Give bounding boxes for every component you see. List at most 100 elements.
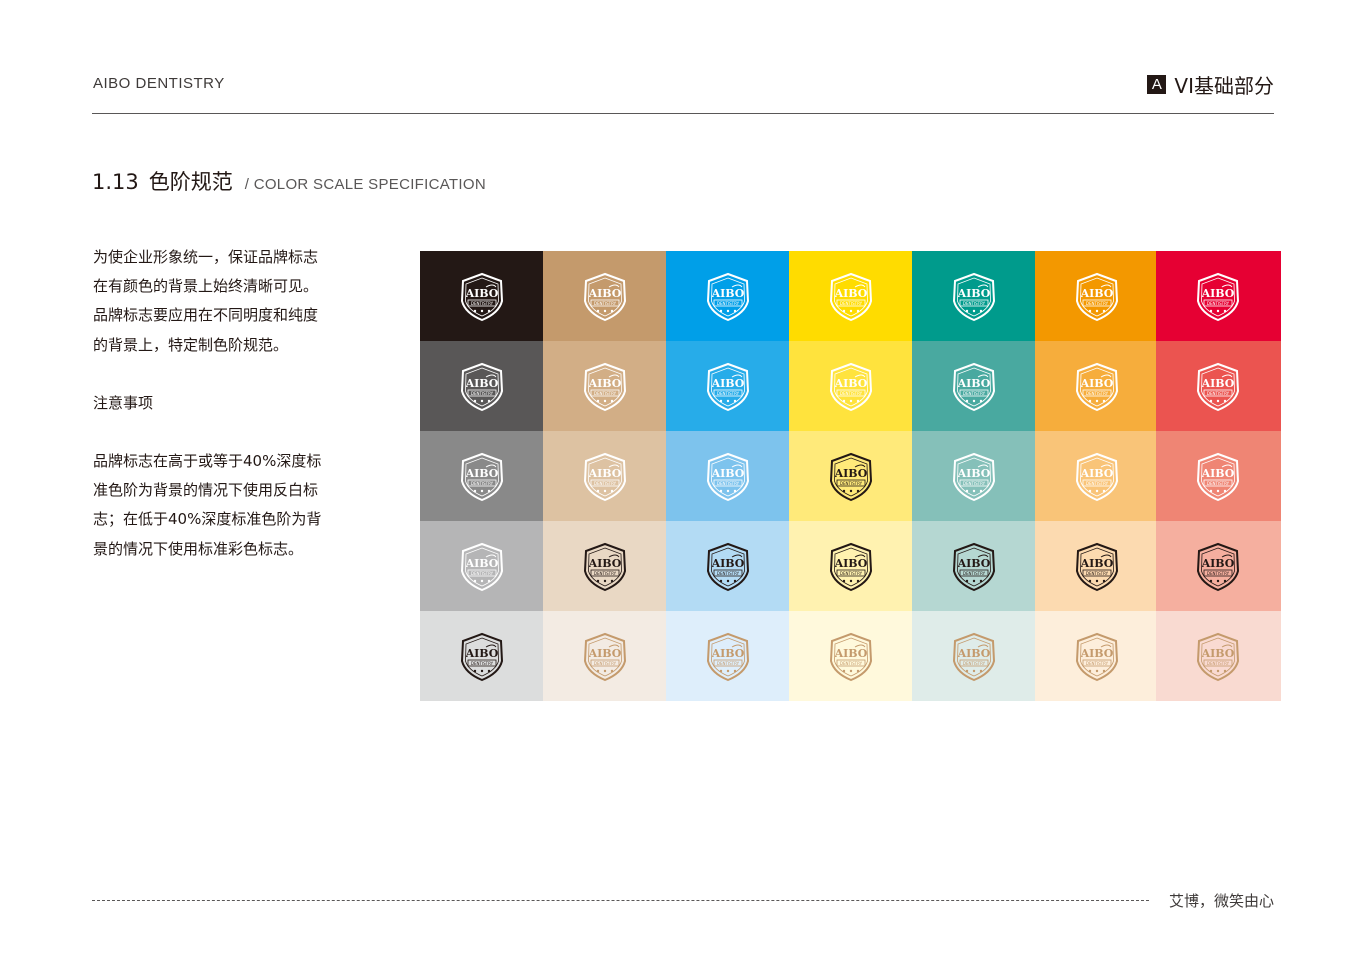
- title-number: 1.13: [92, 170, 139, 194]
- logo-wordmark: AIBO: [1201, 287, 1235, 300]
- swatch-red-2: AIBO DENTISTRY: [1156, 341, 1281, 431]
- aibo-logo-icon: AIBODENTISTRY: [829, 272, 873, 322]
- swatch-red-4: AIBO DENTISTRY: [1156, 521, 1281, 611]
- logo-subtitle: DENTISTRY: [1207, 301, 1230, 306]
- logo-subtitle: DENTISTRY: [1086, 661, 1109, 666]
- aibo-logo-icon: AIBODENTISTRY: [952, 362, 996, 412]
- swatch-black-2: AIBO DENTISTRY: [420, 341, 543, 431]
- swatch-yellow-5: AIBO DENTISTRY: [789, 611, 912, 701]
- swatch-blue-3: AIBO DENTISTRY: [666, 431, 789, 521]
- swatch-teal-1: AIBO DENTISTRY: [912, 251, 1035, 341]
- page-title: 1.13 色阶规范 / COLOR SCALE SPECIFICATION: [92, 166, 486, 196]
- swatch-black-5: AIBO DENTISTRY: [420, 611, 543, 701]
- swatch-orange-4: AIBO DENTISTRY: [1035, 521, 1158, 611]
- logo-wordmark: AIBO: [588, 557, 622, 570]
- logo-wordmark: AIBO: [1201, 467, 1235, 480]
- swatch-yellow-3: AIBO DENTISTRY: [789, 431, 912, 521]
- logo-subtitle: DENTISTRY: [471, 391, 494, 396]
- logo-subtitle: DENTISTRY: [840, 391, 863, 396]
- logo-subtitle: DENTISTRY: [963, 301, 986, 306]
- logo-wordmark: AIBO: [465, 287, 499, 300]
- title-cn: 色阶规范: [148, 170, 233, 194]
- logo-wordmark: AIBO: [711, 557, 745, 570]
- aibo-logo-icon: AIBODENTISTRY: [706, 452, 750, 502]
- section-header: A VI基础部分: [1147, 70, 1274, 99]
- swatch-red-1: AIBO DENTISTRY: [1156, 251, 1281, 341]
- logo-subtitle: DENTISTRY: [1207, 481, 1230, 486]
- logo-subtitle: DENTISTRY: [1207, 571, 1230, 576]
- para1-line: 在有颜色的背景上始终清晰可见。: [93, 277, 319, 296]
- logo-subtitle: DENTISTRY: [963, 571, 986, 576]
- color-scale-grid: AIBO DENTISTRY AIBO DENTISTRY AIBO DENTISTRY A…: [420, 251, 1281, 701]
- logo-subtitle: DENTISTRY: [594, 481, 617, 486]
- logo-wordmark: AIBO: [957, 647, 991, 660]
- logo-subtitle: DENTISTRY: [594, 391, 617, 396]
- logo-subtitle: DENTISTRY: [1086, 571, 1109, 576]
- title-en: / COLOR SCALE SPECIFICATION: [244, 176, 486, 193]
- aibo-logo-icon: AIBODENTISTRY: [583, 542, 627, 592]
- logo-subtitle: DENTISTRY: [1207, 661, 1230, 666]
- aibo-logo-icon: AIBODENTISTRY: [1075, 632, 1119, 682]
- logo-wordmark: AIBO: [588, 647, 622, 660]
- logo-wordmark: AIBO: [1201, 647, 1235, 660]
- swatch-orange-1: AIBO DENTISTRY: [1035, 251, 1158, 341]
- aibo-logo-icon: AIBODENTISTRY: [829, 362, 873, 412]
- aibo-logo-icon: AIBODENTISTRY: [583, 362, 627, 412]
- logo-wordmark: AIBO: [957, 287, 991, 300]
- swatch-black-4: AIBO DENTISTRY: [420, 521, 543, 611]
- logo-wordmark: AIBO: [1080, 647, 1114, 660]
- header-divider: [92, 113, 1274, 114]
- aibo-logo-icon: AIBODENTISTRY: [952, 632, 996, 682]
- aibo-logo-icon: AIBODENTISTRY: [706, 362, 750, 412]
- aibo-logo-icon: AIBODENTISTRY: [952, 452, 996, 502]
- logo-wordmark: AIBO: [465, 557, 499, 570]
- aibo-logo-icon: AIBODENTISTRY: [1075, 452, 1119, 502]
- aibo-logo-icon: AIBODENTISTRY: [1075, 542, 1119, 592]
- swatch-gold-5: AIBO DENTISTRY: [543, 611, 666, 701]
- logo-wordmark: AIBO: [834, 557, 868, 570]
- logo-subtitle: DENTISTRY: [471, 301, 494, 306]
- logo-subtitle: DENTISTRY: [594, 571, 617, 576]
- para2-line: 品牌标志在高于或等于40%深度标: [93, 452, 322, 471]
- swatch-gold-2: AIBO DENTISTRY: [543, 341, 666, 431]
- aibo-logo-icon: AIBODENTISTRY: [1075, 362, 1119, 412]
- swatch-teal-3: AIBO DENTISTRY: [912, 431, 1035, 521]
- aibo-logo-icon: AIBODENTISTRY: [583, 632, 627, 682]
- logo-wordmark: AIBO: [1201, 377, 1235, 390]
- swatch-red-3: AIBO DENTISTRY: [1156, 431, 1281, 521]
- logo-subtitle: DENTISTRY: [963, 391, 986, 396]
- logo-wordmark: AIBO: [834, 377, 868, 390]
- logo-wordmark: AIBO: [1080, 557, 1114, 570]
- aibo-logo-icon: AIBODENTISTRY: [460, 542, 504, 592]
- swatch-gold-4: AIBO DENTISTRY: [543, 521, 666, 611]
- aibo-logo-icon: AIBODENTISTRY: [460, 632, 504, 682]
- logo-subtitle: DENTISTRY: [717, 391, 740, 396]
- logo-wordmark: AIBO: [588, 467, 622, 480]
- swatch-yellow-1: AIBO DENTISTRY: [789, 251, 912, 341]
- aibo-logo-icon: AIBODENTISTRY: [706, 632, 750, 682]
- logo-subtitle: DENTISTRY: [963, 661, 986, 666]
- logo-subtitle: DENTISTRY: [840, 481, 863, 486]
- swatch-teal-5: AIBO DENTISTRY: [912, 611, 1035, 701]
- logo-subtitle: DENTISTRY: [1086, 301, 1109, 306]
- logo-subtitle: DENTISTRY: [1086, 481, 1109, 486]
- logo-wordmark: AIBO: [1080, 287, 1114, 300]
- logo-subtitle: DENTISTRY: [963, 481, 986, 486]
- logo-subtitle: DENTISTRY: [717, 571, 740, 576]
- logo-wordmark: AIBO: [711, 467, 745, 480]
- logo-subtitle: DENTISTRY: [840, 301, 863, 306]
- aibo-logo-icon: AIBODENTISTRY: [1196, 272, 1240, 322]
- logo-subtitle: DENTISTRY: [471, 571, 494, 576]
- aibo-logo-icon: AIBODENTISTRY: [583, 452, 627, 502]
- logo-wordmark: AIBO: [1080, 377, 1114, 390]
- logo-wordmark: AIBO: [711, 647, 745, 660]
- swatch-blue-5: AIBO DENTISTRY: [666, 611, 789, 701]
- swatch-orange-3: AIBO DENTISTRY: [1035, 431, 1158, 521]
- aibo-logo-icon: AIBODENTISTRY: [1075, 272, 1119, 322]
- aibo-logo-icon: AIBODENTISTRY: [706, 272, 750, 322]
- aibo-logo-icon: AIBODENTISTRY: [1196, 362, 1240, 412]
- aibo-logo-icon: AIBODENTISTRY: [952, 272, 996, 322]
- aibo-logo-icon: AIBODENTISTRY: [829, 452, 873, 502]
- section-label: VI基础部分: [1174, 74, 1274, 98]
- logo-wordmark: AIBO: [957, 467, 991, 480]
